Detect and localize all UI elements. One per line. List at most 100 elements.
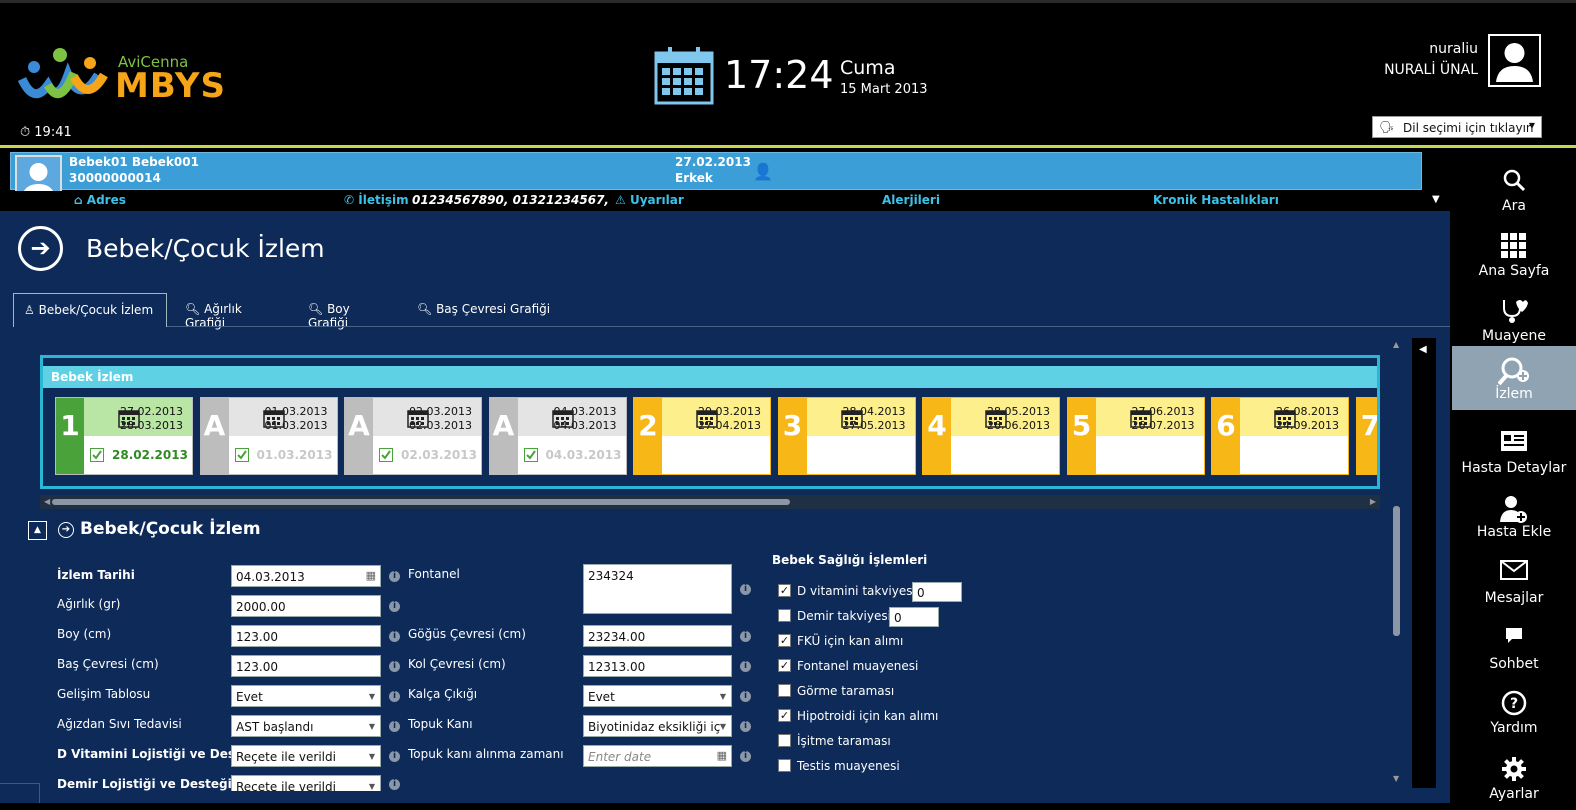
visit-dates: 29.03.2013 27.04.2013: [662, 398, 770, 436]
sidebar-item-home[interactable]: Ana Sayfa: [1452, 223, 1576, 287]
user-avatar[interactable]: [1488, 34, 1541, 87]
sidebar-item-settings[interactable]: Ayarlar: [1452, 746, 1576, 810]
sidebar: Ara Ana Sayfa Muayene İzlem Hasta Detayl…: [1452, 148, 1576, 803]
izlem-date-label: İzlem Tarihi: [57, 568, 135, 582]
grid-icon: [1452, 233, 1576, 263]
weight-label: Ağırlık (gr): [57, 597, 121, 611]
date-picker-icon[interactable]: ▦: [366, 569, 376, 582]
visit-dates: 04.03.2013 04.03.2013: [517, 398, 626, 436]
timeline-card[interactable]: 6 26.08.2013 24.09.2013: [1211, 397, 1349, 475]
fontanel-textarea[interactable]: 234324: [583, 564, 732, 614]
sidebar-item-chat[interactable]: Sohbet: [1452, 616, 1576, 680]
patient-banner[interactable]: Bebek01 Bebek001 30000000014 27.02.2013 …: [10, 152, 1422, 190]
scroll-thumb[interactable]: [52, 499, 790, 505]
timeline-card[interactable]: A 02.03.2013 02.03.2013 02.03.2013: [344, 397, 482, 475]
info-icon[interactable]: i: [740, 584, 751, 595]
tab-head-chart[interactable]: 🔍︎ Baş Çevresi Grafiği: [407, 293, 567, 327]
arm-circ-input[interactable]: 12313.00: [583, 655, 732, 677]
health-op-checkbox[interactable]: [778, 609, 791, 622]
info-icon[interactable]: i: [389, 571, 400, 582]
health-op-checkbox[interactable]: [778, 734, 791, 747]
calendar-icon: [1274, 410, 1296, 428]
tab-izlem[interactable]: ♙ Bebek/Çocuk İzlem: [13, 293, 167, 327]
chest-circ-input[interactable]: 23234.00: [583, 625, 732, 647]
hip-dislocation-label: Kalça Çıkığı: [408, 687, 478, 701]
info-icon[interactable]: i: [389, 751, 400, 762]
sidebar-item-search[interactable]: Ara: [1452, 158, 1576, 222]
weight-input[interactable]: 2000.00: [231, 595, 381, 617]
sidebar-item-patient-details[interactable]: Hasta Detaylar: [1452, 420, 1576, 484]
heel-blood-select[interactable]: Biyotinidaz eksikliği iç: [583, 715, 732, 737]
hip-dislocation-select[interactable]: Evet: [583, 685, 732, 707]
sidebar-item-help[interactable]: ? Yardım: [1452, 680, 1576, 744]
scroll-down-icon[interactable]: ▼: [1393, 774, 1399, 783]
address-link[interactable]: ⌂ Adres: [74, 193, 126, 207]
health-op-checkbox[interactable]: [778, 684, 791, 697]
heel-blood-time-input[interactable]: Enter date ▦: [583, 745, 732, 767]
scroll-left-icon[interactable]: ◀: [44, 497, 50, 506]
izlem-timeline: Bebek İzlem 1 27.02.2013 28.03.2013 28.02.2…: [40, 355, 1380, 489]
timeline-card[interactable]: 2 29.03.2013 27.04.2013: [633, 397, 771, 475]
health-op-checkbox[interactable]: ✓: [778, 659, 791, 672]
info-icon[interactable]: i: [389, 661, 400, 672]
height-input[interactable]: 123.00: [231, 625, 381, 647]
user-silhouette-icon: [1496, 43, 1533, 82]
health-op-qty-input[interactable]: 0: [912, 582, 962, 602]
contact-link[interactable]: ✆ İletişim: [344, 193, 409, 207]
page-arrow-icon: ➔: [18, 226, 63, 271]
development-select[interactable]: Evet: [231, 685, 381, 707]
sidebar-item-examination[interactable]: Muayene: [1452, 288, 1576, 352]
timeline-card[interactable]: 724.23.: [1355, 397, 1377, 475]
timeline-card[interactable]: A 01.03.2013 01.03.2013 01.03.2013: [199, 397, 338, 475]
date-picker-icon[interactable]: ▦: [717, 749, 727, 762]
session-timer: ⏱ 19:41: [20, 125, 72, 140]
health-op-checkbox[interactable]: ✓: [778, 634, 791, 647]
visit-number: 7: [1356, 398, 1377, 474]
timeline-hscrollbar[interactable]: ◀ ▶: [40, 495, 1380, 509]
head-circ-input[interactable]: 123.00: [231, 655, 381, 677]
language-select[interactable]: 🗣 Dil seçimi için tıklayın ▼: [1372, 116, 1542, 138]
health-op-checkbox[interactable]: [778, 759, 791, 772]
info-icon[interactable]: i: [389, 691, 400, 702]
content-vscrollbar[interactable]: ▲ ▼: [1388, 338, 1406, 788]
info-icon[interactable]: i: [740, 661, 751, 672]
info-icon[interactable]: i: [389, 721, 400, 732]
timeline-card[interactable]: 4 28.05.2013 26.06.2013: [922, 397, 1060, 475]
info-icon[interactable]: i: [740, 751, 751, 762]
health-op-checkbox[interactable]: ✓: [778, 584, 791, 597]
scroll-right-icon[interactable]: ▶: [1370, 497, 1376, 506]
iron-logistics-select[interactable]: Reçete ile verildi: [231, 775, 381, 791]
expand-icon[interactable]: ▼: [1432, 194, 1440, 205]
info-icon[interactable]: i: [389, 601, 400, 612]
iron-logistics-label: Demir Lojistiği ve Desteği: [57, 777, 232, 791]
warnings-link[interactable]: ⚠ Uyarılar: [615, 193, 684, 207]
timeline-card[interactable]: A 04.03.2013 04.03.2013 04.03.2013: [488, 397, 627, 475]
chronic-link[interactable]: Kronik Hastalıkları: [1153, 193, 1279, 207]
timeline-card[interactable]: 5 27.06.2013 26.07.2013: [1066, 397, 1205, 475]
izlem-date-input[interactable]: 04.03.2013 ▦: [231, 565, 381, 587]
timeline-card[interactable]: 1 27.02.2013 28.03.2013 28.02.2013: [55, 397, 193, 475]
allergies-link[interactable]: Alerjileri: [882, 193, 940, 207]
info-icon[interactable]: i: [389, 779, 400, 790]
info-icon[interactable]: i: [740, 721, 751, 732]
tab-height-chart[interactable]: 🔍︎ Boy Grafiği: [298, 293, 398, 330]
oral-fluid-select[interactable]: AST başlandı: [231, 715, 381, 737]
vscroll-thumb[interactable]: [1393, 506, 1400, 636]
scroll-up-icon[interactable]: ▲: [1393, 340, 1399, 349]
health-op-checkbox[interactable]: ✓: [778, 709, 791, 722]
info-icon[interactable]: i: [740, 631, 751, 642]
dvit-logistics-select[interactable]: Reçete ile verildi: [231, 745, 381, 767]
tab-weight-chart[interactable]: 🔍︎ Ağırlık Grafiği: [175, 293, 290, 330]
collapse-left-icon[interactable]: ◀: [1419, 344, 1427, 355]
visit-done: 01.03.2013: [228, 436, 337, 474]
health-op-qty-input[interactable]: 0: [889, 607, 939, 627]
timeline-card[interactable]: 3 28.04.2013 27.05.2013: [777, 397, 916, 475]
sidebar-item-messages[interactable]: Mesajlar: [1452, 550, 1576, 614]
info-icon[interactable]: i: [740, 691, 751, 702]
info-icon[interactable]: i: [389, 631, 400, 642]
sidebar-item-monitoring[interactable]: İzlem: [1452, 346, 1576, 410]
collapse-toggle-icon[interactable]: ▲: [28, 521, 47, 540]
side-panel-toggle[interactable]: ◀: [1412, 338, 1436, 788]
corner-decoration: [0, 783, 40, 803]
sidebar-item-add-patient[interactable]: Hasta Ekle: [1452, 484, 1576, 548]
